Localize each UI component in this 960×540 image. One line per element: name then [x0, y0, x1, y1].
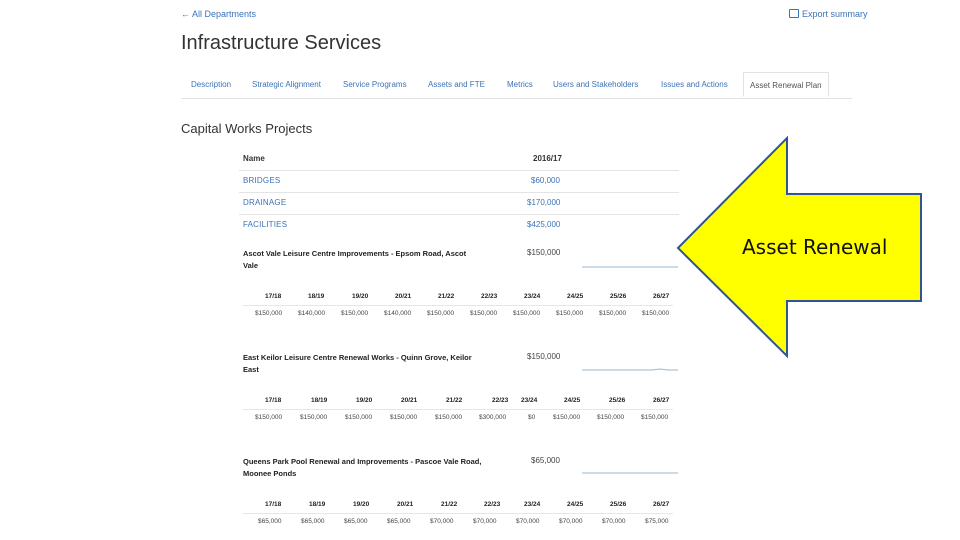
callout-arrow [676, 135, 922, 359]
callout-label: Asset Renewal [742, 235, 888, 259]
